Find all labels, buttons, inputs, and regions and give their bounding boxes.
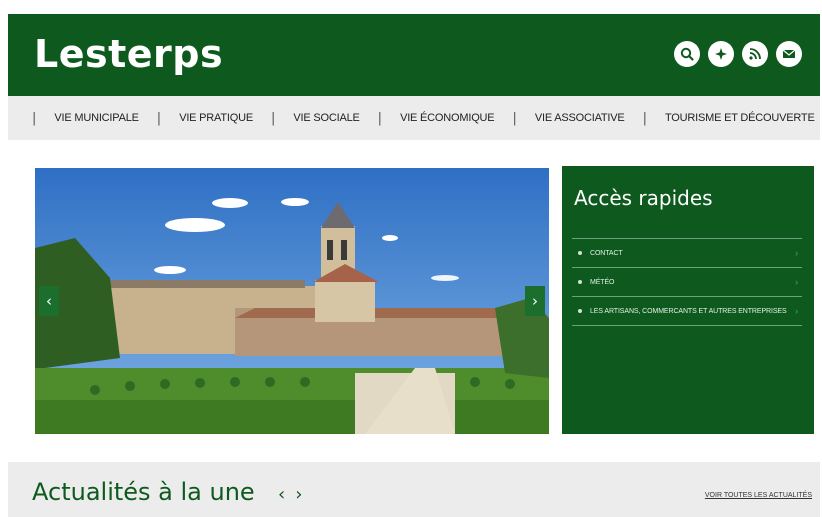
compass-icon[interactable] (708, 41, 734, 67)
nav-separator: | (512, 110, 517, 126)
mail-icon[interactable] (776, 41, 802, 67)
quick-access-label: LES ARTISANS, COMMERCANTS ET AUTRES ENTR… (590, 307, 787, 315)
image-slider[interactable]: ‹ › (35, 168, 549, 434)
nav-item-vie-economique[interactable]: VIE ÉCONOMIQUE (384, 112, 510, 124)
chevron-right-icon: › (795, 277, 798, 287)
chevron-right-icon: › (795, 306, 798, 316)
bullet-icon (578, 280, 582, 284)
quick-access-list: CONTACT › MÉTÉO › LES ARTISANS, COMMERCA… (572, 238, 802, 326)
main-nav: | VIE MUNICIPALE | VIE PRATIQUE | VIE SO… (8, 96, 820, 140)
header-icon-group (674, 41, 802, 67)
nav-separator: | (642, 110, 647, 126)
rss-icon[interactable] (742, 41, 768, 67)
news-next-button[interactable]: › (295, 484, 302, 505)
quick-access-title: Accès rapides (574, 186, 713, 210)
quick-access-label: MÉTÉO (590, 278, 615, 286)
slider-photo (35, 168, 549, 434)
nav-item-vie-associative[interactable]: VIE ASSOCIATIVE (519, 112, 641, 124)
slider-prev-button[interactable]: ‹ (39, 286, 59, 316)
chevron-right-icon: › (795, 248, 798, 258)
nav-separator: | (156, 110, 162, 126)
quick-access-panel: Accès rapides CONTACT › MÉTÉO › LES ARTI… (562, 166, 814, 434)
nav-separator: | (377, 110, 383, 126)
news-section-header: Actualités à la une ‹ › VOIR TOUTES LES … (8, 462, 820, 517)
site-title[interactable]: Lesterps (34, 30, 223, 78)
nav-separator: | (271, 110, 276, 126)
news-prev-button[interactable]: ‹ (278, 484, 285, 505)
site-header: Lesterps (8, 14, 820, 96)
nav-item-vie-sociale[interactable]: VIE SOCIALE (277, 112, 375, 124)
news-carousel-controls: ‹ › (278, 484, 302, 505)
nav-item-vie-municipale[interactable]: VIE MUNICIPALE (38, 112, 154, 124)
chevron-left-icon: ‹ (46, 292, 52, 310)
slider-next-button[interactable]: › (525, 286, 545, 316)
nav-item-vie-pratique[interactable]: VIE PRATIQUE (163, 112, 269, 124)
chevron-right-icon: › (532, 292, 538, 310)
quick-access-item-artisans[interactable]: LES ARTISANS, COMMERCANTS ET AUTRES ENTR… (572, 297, 802, 326)
quick-access-item-meteo[interactable]: MÉTÉO › (572, 268, 802, 297)
nav-item-tourisme[interactable]: TOURISME ET DÉCOUVERTE (649, 112, 822, 124)
bullet-icon (578, 309, 582, 313)
quick-access-label: CONTACT (590, 249, 623, 257)
search-icon[interactable] (674, 41, 700, 67)
news-title: Actualités à la une (32, 478, 255, 506)
quick-access-item-contact[interactable]: CONTACT › (572, 239, 802, 268)
bullet-icon (578, 251, 582, 255)
see-all-news-link[interactable]: VOIR TOUTES LES ACTUALITÉS (705, 492, 812, 499)
nav-separator: | (32, 110, 37, 126)
